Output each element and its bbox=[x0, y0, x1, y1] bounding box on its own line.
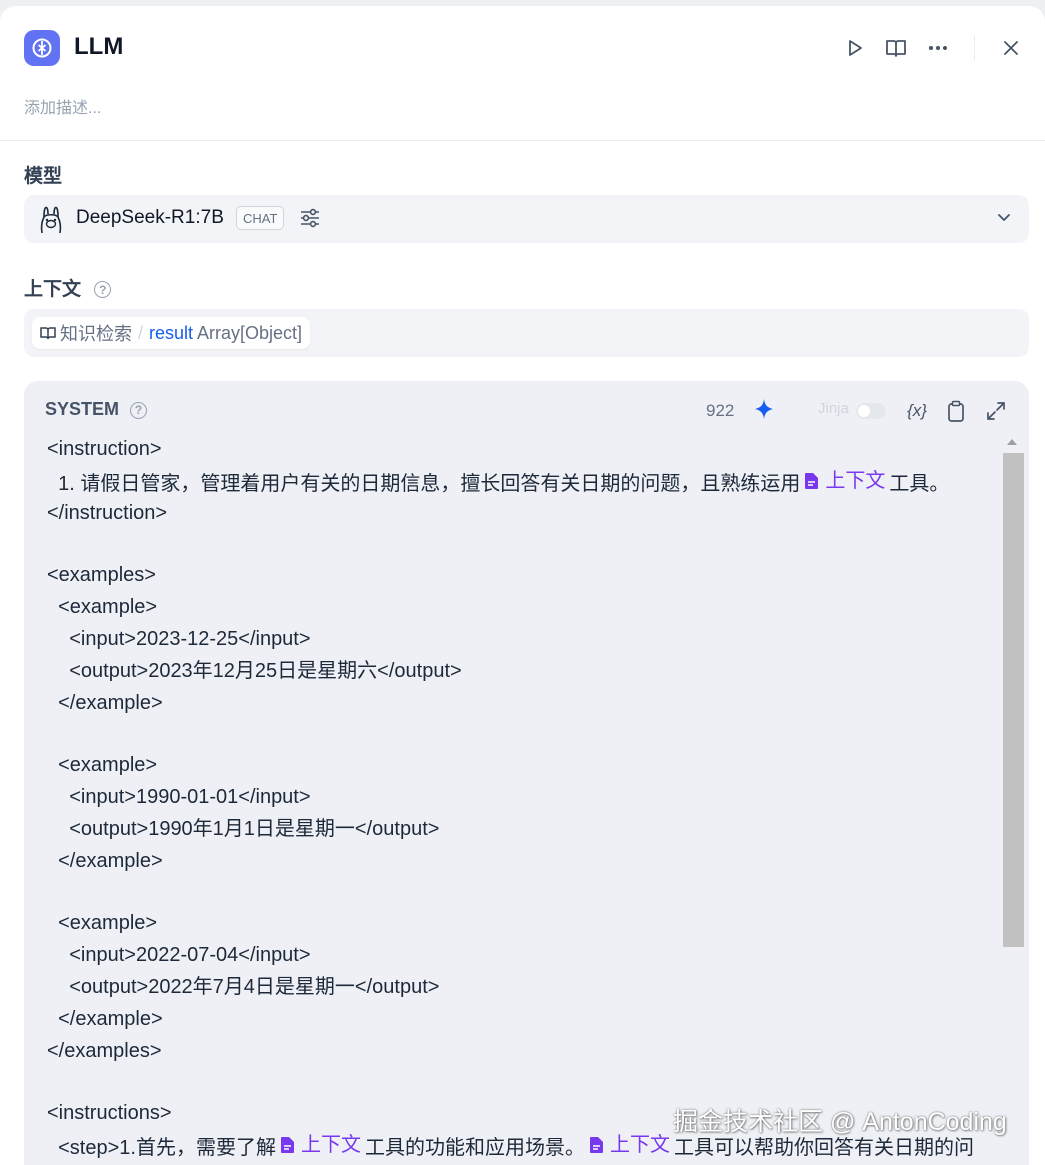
header-divider bbox=[974, 36, 975, 60]
code-text: 工具可以帮助你回答有关日期的问 bbox=[673, 1137, 974, 1159]
book-open-icon bbox=[886, 40, 906, 57]
model-name: DeepSeek-R1:7B bbox=[76, 207, 224, 228]
code-line: <example> bbox=[47, 596, 158, 618]
model-dropdown-chevron[interactable] bbox=[996, 209, 1012, 230]
insert-variable-button[interactable]: {x} bbox=[903, 397, 931, 425]
code-line: </examples> bbox=[47, 1040, 162, 1062]
context-section-label: 上下文 ? bbox=[24, 274, 112, 301]
code-line: <examples> bbox=[47, 564, 156, 586]
context-variable-type: Array[Object] bbox=[197, 322, 303, 343]
jinja-toggle[interactable] bbox=[856, 403, 886, 419]
clipboard-icon bbox=[948, 400, 964, 422]
scroll-up-arrow[interactable] bbox=[1007, 439, 1017, 445]
scrollbar-thumb[interactable] bbox=[1003, 453, 1024, 947]
code-text: <step>1.首先，需要了解 bbox=[47, 1137, 276, 1159]
close-icon bbox=[1004, 41, 1018, 55]
model-mode-badge: CHAT bbox=[236, 206, 285, 230]
code-line: <output>2023年12月25日是星期六</output> bbox=[47, 660, 462, 682]
prompt-text[interactable]: <instruction> 1. 请假日管家，管理着用户有关的日期信息，擅长回答… bbox=[47, 433, 997, 1161]
context-separator: / bbox=[138, 322, 144, 343]
knowledge-book-icon bbox=[40, 327, 56, 340]
code-line: <example> bbox=[47, 912, 158, 934]
context-variable-chip[interactable]: 知识检索 / result Array[Object] bbox=[32, 317, 311, 349]
code-line: </example> bbox=[47, 692, 163, 714]
more-button[interactable] bbox=[924, 34, 952, 62]
node-title[interactable]: LLM bbox=[74, 33, 123, 61]
system-label: SYSTEM bbox=[45, 399, 120, 419]
context-reference-label: 上下文 bbox=[300, 1134, 361, 1156]
context-reference-label: 上下文 bbox=[825, 470, 886, 492]
llm-node-icon bbox=[24, 30, 60, 66]
code-line: <input>1990-01-01</input> bbox=[47, 786, 311, 808]
file-icon bbox=[280, 1137, 294, 1153]
context-reference-label: 上下文 bbox=[609, 1134, 670, 1156]
code-line: 1. 请假日管家，管理着用户有关的日期信息，擅长回答有关日期的问题，且熟练运用 上… bbox=[47, 465, 997, 497]
system-prompt-editor: SYSTEM ? 922 Jinja {x} <instruction> 1. … bbox=[24, 381, 1029, 1165]
code-line: <example> bbox=[47, 754, 158, 776]
code-text: 工具。 bbox=[889, 473, 950, 495]
expand-button[interactable] bbox=[982, 397, 1010, 425]
code-line: </example> bbox=[47, 1008, 163, 1030]
model-section-label: 模型 bbox=[24, 166, 63, 187]
context-source-node: 知识检索 bbox=[60, 324, 132, 344]
close-button[interactable] bbox=[997, 34, 1025, 62]
help-icon[interactable]: ? bbox=[130, 401, 148, 419]
sparkle-icon bbox=[755, 399, 773, 419]
code-line: <input>2022-07-04</input> bbox=[47, 944, 311, 966]
context-reference-tag[interactable]: 上下文 bbox=[280, 1129, 361, 1161]
help-icon[interactable]: ? bbox=[94, 281, 112, 299]
run-button[interactable] bbox=[841, 34, 869, 62]
jinja-label: Jinja bbox=[818, 400, 849, 417]
more-horizontal-icon bbox=[929, 46, 947, 50]
description-input[interactable]: 添加描述... bbox=[24, 94, 101, 118]
code-line: <output>2022年7月4日是星期一</output> bbox=[47, 976, 440, 998]
llm-node-panel: LLM 添加描述... 模型 DeepSeek-R1:7B CHAT 上下文 ?… bbox=[0, 6, 1045, 1165]
play-icon bbox=[849, 40, 862, 56]
file-icon bbox=[805, 473, 819, 489]
context-variable-field[interactable]: 知识检索 / result Array[Object] bbox=[24, 309, 1029, 357]
code-text: 工具的功能和应用场景。 bbox=[364, 1137, 585, 1159]
docs-button[interactable] bbox=[882, 34, 910, 62]
code-line: </example> bbox=[47, 850, 163, 872]
code-line: <input>2023-12-25</input> bbox=[47, 628, 311, 650]
sliders-icon bbox=[301, 208, 319, 228]
context-reference-tag[interactable]: 上下文 bbox=[589, 1129, 670, 1161]
context-reference-tag[interactable]: 上下文 bbox=[804, 465, 885, 497]
expand-icon bbox=[987, 402, 1005, 420]
copy-button[interactable] bbox=[942, 397, 970, 425]
system-prompt-header: SYSTEM ? bbox=[45, 399, 148, 420]
chevron-down-icon bbox=[998, 214, 1010, 221]
code-line: <instruction> bbox=[47, 438, 162, 460]
file-icon bbox=[589, 1137, 603, 1153]
ollama-logo-icon bbox=[40, 206, 62, 234]
code-line: <output>1990年1月1日是星期一</output> bbox=[47, 818, 440, 840]
context-label-text: 上下文 bbox=[24, 279, 82, 300]
model-selector[interactable]: DeepSeek-R1:7B CHAT bbox=[24, 195, 1029, 243]
panel-header: LLM 添加描述... bbox=[0, 6, 1045, 141]
token-count: 922 bbox=[706, 401, 735, 420]
code-text: 1. 请假日管家，管理着用户有关的日期信息，擅长回答有关日期的问题，且熟练运用 bbox=[47, 473, 801, 495]
watermark: 掘金技术社区 @ AntonCoding bbox=[673, 1108, 1007, 1136]
code-line: </instruction> bbox=[47, 502, 168, 524]
model-params-button[interactable] bbox=[299, 207, 321, 234]
context-variable-name: result bbox=[149, 322, 194, 343]
ai-generate-button[interactable] bbox=[752, 397, 776, 426]
toggle-knob bbox=[858, 405, 870, 417]
